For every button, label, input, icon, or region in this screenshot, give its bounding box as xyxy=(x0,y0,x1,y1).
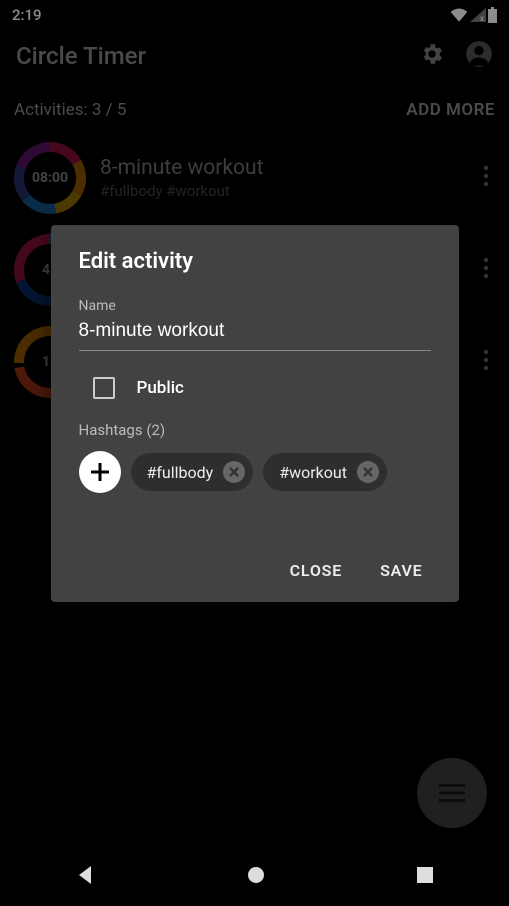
add-hashtag-button[interactable] xyxy=(79,451,121,493)
name-field-label: Name xyxy=(79,298,431,314)
back-button[interactable] xyxy=(75,864,97,890)
system-nav-bar xyxy=(0,848,509,906)
hashtags-label: Hashtags (2) xyxy=(79,421,431,439)
close-icon xyxy=(362,466,374,478)
home-button[interactable] xyxy=(246,865,266,889)
chip-remove-button[interactable] xyxy=(223,461,245,483)
hashtag-chip[interactable]: #fullbody xyxy=(131,453,254,491)
chip-label: #fullbody xyxy=(147,463,214,482)
close-icon xyxy=(228,466,240,478)
dialog-actions: CLOSE SAVE xyxy=(79,553,431,588)
public-checkbox-row[interactable]: Public xyxy=(93,377,431,399)
chip-remove-button[interactable] xyxy=(357,461,379,483)
hashtag-row: #fullbody #workout xyxy=(79,451,431,493)
recents-button[interactable] xyxy=(416,866,434,888)
dialog-overlay[interactable]: Edit activity Name Public Hashtags (2) #… xyxy=(0,0,509,906)
close-button[interactable]: CLOSE xyxy=(286,553,346,588)
edit-activity-dialog: Edit activity Name Public Hashtags (2) #… xyxy=(51,225,459,602)
dialog-title: Edit activity xyxy=(79,249,431,274)
public-checkbox[interactable] xyxy=(93,377,115,399)
chip-label: #workout xyxy=(279,463,347,482)
home-icon xyxy=(246,865,266,885)
back-icon xyxy=(75,864,97,886)
recents-icon xyxy=(416,866,434,884)
hashtag-chip[interactable]: #workout xyxy=(263,453,387,491)
plus-icon xyxy=(89,461,111,483)
name-input[interactable] xyxy=(79,316,431,351)
save-button[interactable]: SAVE xyxy=(376,553,426,588)
public-label: Public xyxy=(137,378,184,398)
